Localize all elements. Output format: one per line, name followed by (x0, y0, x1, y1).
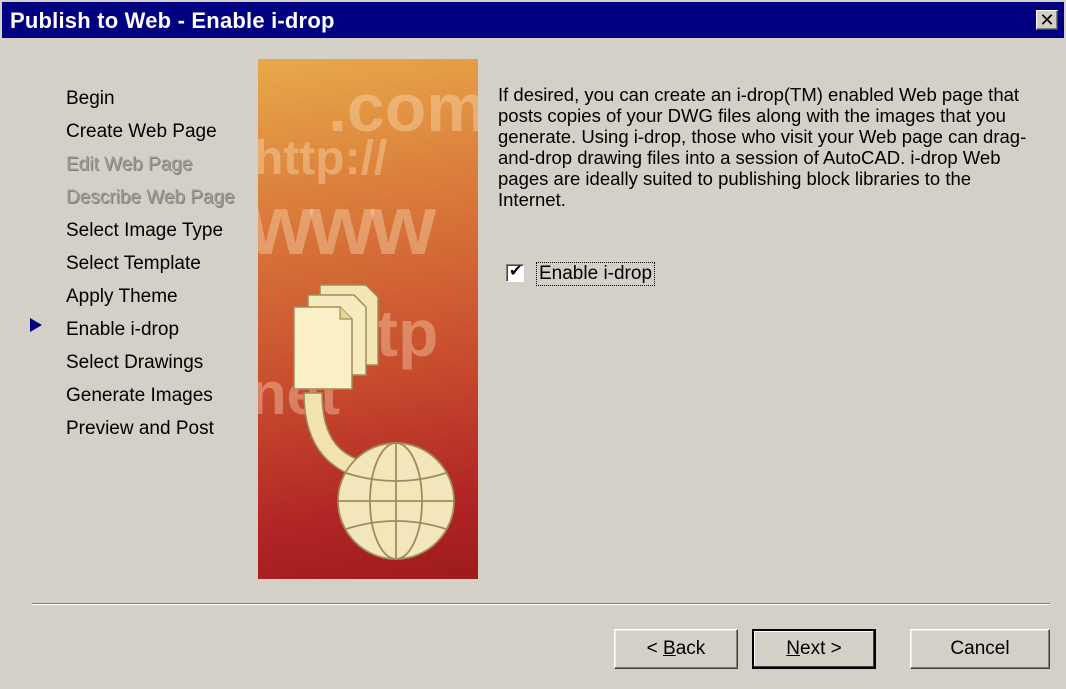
globe-icon (337, 442, 455, 560)
next-button-accelerator: N (786, 638, 800, 659)
step-generate-images: Generate Images (66, 385, 213, 406)
cancel-button[interactable]: Cancel (910, 629, 1050, 669)
back-button-accelerator: B (663, 638, 676, 659)
documents-to-globe-illustration (293, 284, 455, 560)
window-title: Publish to Web - Enable i-drop (10, 8, 335, 33)
current-step-arrow-icon (30, 318, 42, 332)
step-enable-idrop: Enable i-drop (66, 319, 180, 340)
wizard-banner-image: .com http:// www ftp net (258, 59, 478, 579)
step-select-drawings: Select Drawings (66, 352, 204, 373)
step-select-image-type: Select Image Type (66, 220, 224, 241)
checkmark-icon: ✔ (509, 263, 523, 280)
publish-to-web-dialog: Publish to Web - Enable i-drop ✕ Begin C… (0, 0, 1066, 689)
step-edit-web-page: Edit Web Page (66, 154, 193, 175)
step-describe-web-page: Describe Web Page (66, 187, 235, 208)
title-bar[interactable]: Publish to Web - Enable i-drop ✕ (2, 2, 1064, 38)
wizard-steps-list: Begin Create Web Page Edit Web Page Desc… (66, 82, 235, 445)
close-icon: ✕ (1039, 10, 1055, 30)
step-begin: Begin (66, 88, 115, 109)
enable-idrop-label[interactable]: Enable i-drop (536, 262, 656, 286)
back-button-prefix: < (646, 638, 664, 659)
step-apply-theme: Apply Theme (66, 286, 178, 307)
close-button[interactable]: ✕ (1036, 10, 1058, 30)
step-select-template: Select Template (66, 253, 201, 274)
next-button[interactable]: Next > (752, 629, 876, 669)
cancel-button-label: Cancel (950, 638, 1010, 659)
step-create-web-page: Create Web Page (66, 121, 217, 142)
description-text: If desired, you can create an i-drop(TM)… (498, 84, 1027, 210)
next-button-label-rest: ext > (800, 638, 842, 659)
document-stack-icon (293, 284, 379, 390)
back-button[interactable]: < Back (614, 629, 738, 669)
enable-idrop-checkbox[interactable]: ✔ (506, 263, 524, 282)
back-button-label-rest: ack (675, 638, 706, 659)
step-preview-and-post: Preview and Post (66, 418, 214, 439)
separator-line (32, 603, 1050, 605)
